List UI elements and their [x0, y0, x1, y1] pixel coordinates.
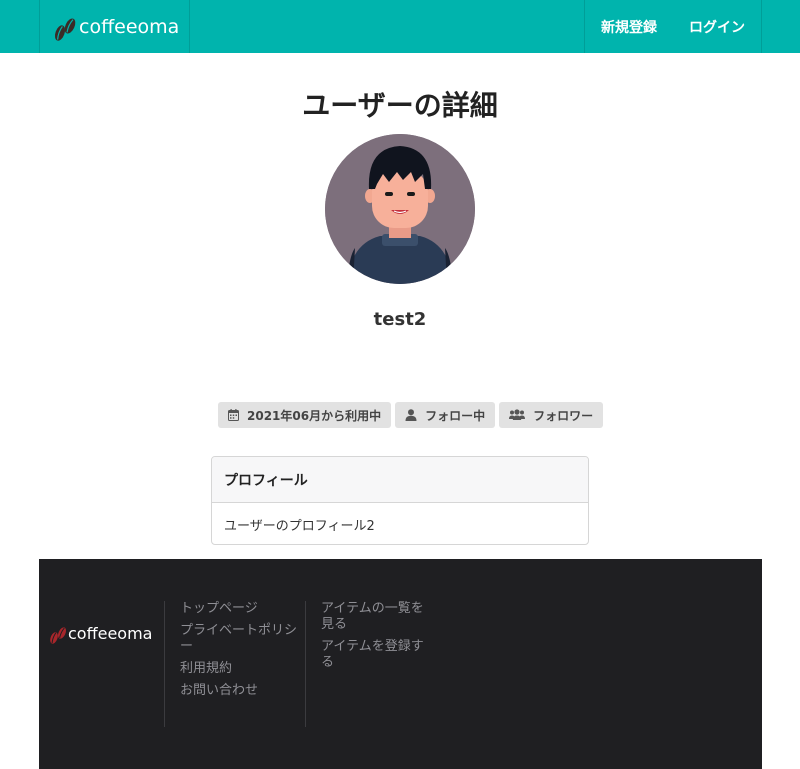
footer-link-contact[interactable]: お問い合わせ [180, 683, 305, 699]
footer-link-terms[interactable]: 利用規約 [180, 661, 305, 677]
brand-logo[interactable]: coffeeoma [39, 0, 190, 53]
footer-brand-logo[interactable]: coffeeoma [48, 621, 152, 646]
nav-links: 新規登録 ログイン [584, 0, 762, 53]
profile-card-body: ユーザーのプロフィール2 [224, 518, 375, 534]
footer-link-item-register[interactable]: アイテムを登録する [321, 639, 435, 671]
following-text: フォロー中 [425, 408, 486, 423]
user-stats: 2021年06月から利用中 フォロー中 フォロワー [218, 402, 604, 428]
user-icon [405, 409, 417, 421]
footer-brand-name: coffeeoma [68, 624, 153, 643]
brand-name: coffeeoma [79, 15, 180, 38]
followers-badge[interactable]: フォロワー [499, 402, 604, 428]
page-title: ユーザーの詳細 [302, 89, 498, 122]
footer-links-site: トップページ プライベートポリシー 利用規約 お問い合わせ [164, 601, 305, 727]
footer-link-item-list[interactable]: アイテムの一覧を見る [321, 601, 435, 633]
nav-signup-link[interactable]: 新規登録 [585, 0, 673, 53]
calendar-icon [228, 409, 239, 421]
footer-link-privacy[interactable]: プライベートポリシー [180, 623, 305, 655]
navbar-inner: coffeeoma 新規登録 ログイン [39, 0, 762, 53]
users-icon [509, 409, 526, 420]
profile-card: プロフィール ユーザーのプロフィール2 [211, 456, 589, 545]
footer-link-top[interactable]: トップページ [180, 601, 305, 617]
coffee-beans-icon [54, 18, 76, 41]
profile-card-header: プロフィール [212, 457, 588, 503]
nav-login-link[interactable]: ログイン [673, 0, 761, 53]
footer: coffeeoma トップページ プライベートポリシー 利用規約 お問い合わせ … [39, 559, 762, 769]
member-since-text: 2021年06月から利用中 [247, 408, 382, 423]
coffee-beans-icon [50, 627, 66, 644]
member-since-badge: 2021年06月から利用中 [218, 402, 392, 428]
avatar-illustration [325, 134, 475, 284]
username: test2 [373, 309, 427, 330]
avatar [325, 134, 475, 284]
following-badge[interactable]: フォロー中 [395, 402, 496, 428]
footer-links-items: アイテムの一覧を見る アイテムを登録する [305, 601, 435, 727]
navbar: coffeeoma 新規登録 ログイン [0, 0, 800, 53]
followers-text: フォロワー [533, 408, 594, 423]
